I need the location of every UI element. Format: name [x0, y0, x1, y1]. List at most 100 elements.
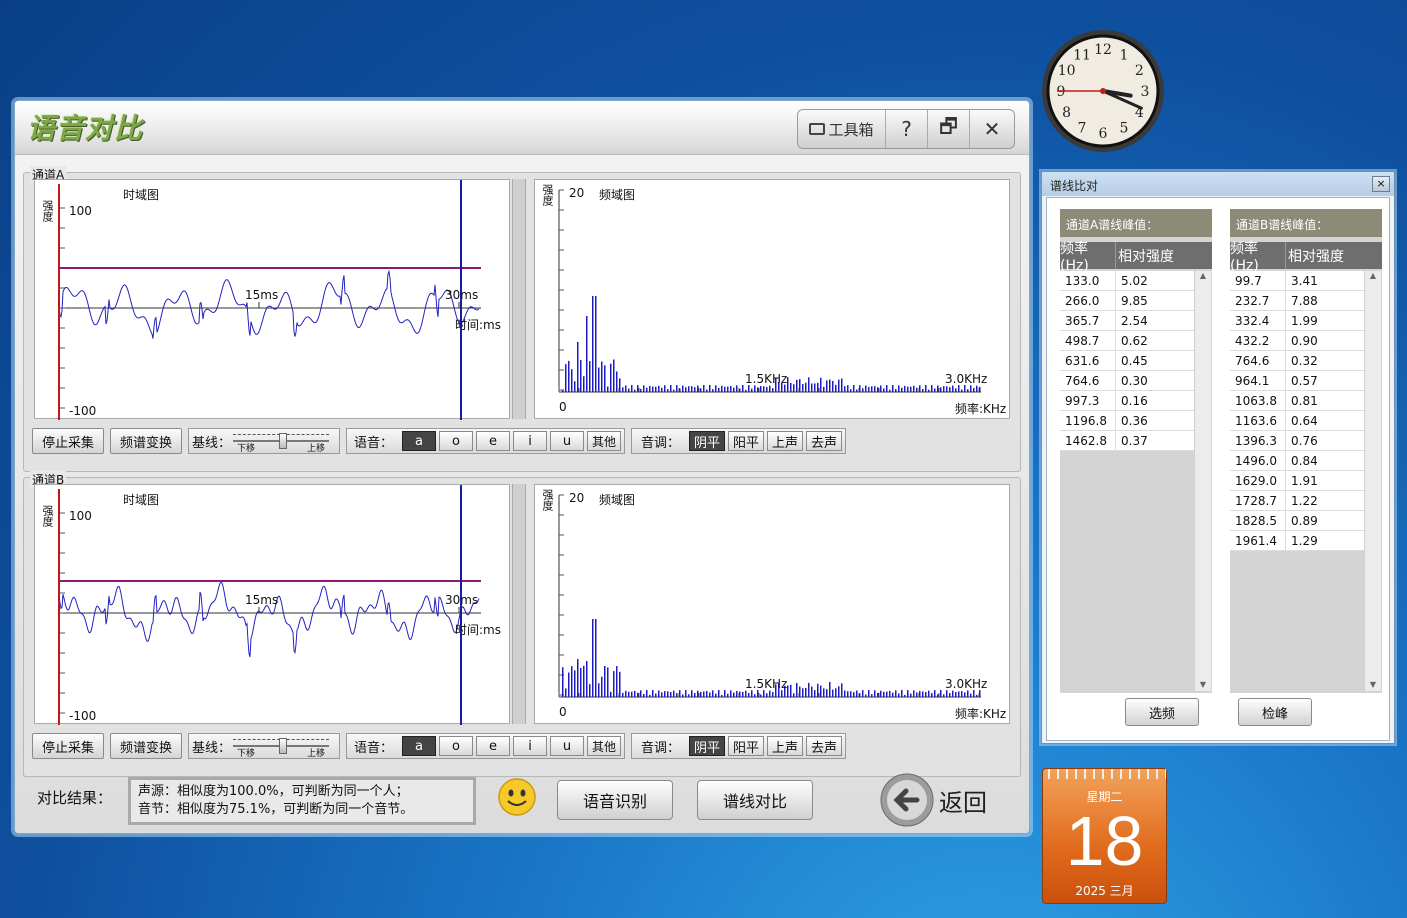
baseline-slider[interactable]: 下移 上移 [231, 430, 331, 454]
peak-row[interactable]: 99.7 3.41 [1230, 271, 1364, 291]
vowel-3-button[interactable]: i [513, 431, 548, 451]
peak-row[interactable]: 432.2 0.90 [1230, 331, 1364, 351]
tone-2-button[interactable]: 上声 [767, 431, 804, 451]
spectrum-bar [922, 691, 924, 697]
result-box: 声源：相似度为100.0%，可判断为同一个人； 音节：相似度为75.1%，可判断… [128, 777, 476, 825]
tone-1-button[interactable]: 阳平 [728, 431, 765, 451]
spectrum-bar [952, 690, 954, 697]
peak-row[interactable]: 1396.3 0.76 [1230, 431, 1364, 451]
baseline-slider[interactable]: 下移 上移 [231, 735, 331, 759]
peak-frequency: 764.6 [1230, 351, 1286, 370]
spectrum-bar [874, 690, 876, 697]
peak-row[interactable]: 1961.4 1.29 [1230, 531, 1364, 551]
peak-row[interactable]: 1496.0 0.84 [1230, 451, 1364, 471]
tone-1-button[interactable]: 阳平 [728, 736, 765, 756]
peak-row[interactable]: 1063.8 0.81 [1230, 391, 1364, 411]
vowel-1-button[interactable]: o [439, 431, 474, 451]
tone-0-button[interactable]: 阴平 [689, 736, 726, 756]
vowel-4-button[interactable]: u [550, 431, 585, 451]
spectrum-bar [715, 385, 717, 392]
vowel-5-button[interactable]: 其他 [587, 431, 622, 451]
channel-a-peaks-panel: 通道A谱线峰值： 频率(Hz) 相对强度 133.0 5.02 266.0 9.85 3… [1060, 209, 1212, 693]
peak-row[interactable]: 1629.0 1.91 [1230, 471, 1364, 491]
vowel-3-button[interactable]: i [513, 736, 548, 756]
peak-row[interactable]: 1728.7 1.22 [1230, 491, 1364, 511]
fft-button[interactable]: 频谱变换 [110, 428, 182, 454]
peaks-scrollbar[interactable]: ▲ ▼ [1364, 271, 1381, 691]
stop-capture-button[interactable]: 停止采集 [32, 733, 104, 759]
baseline-control: 基线： 下移 上移 [188, 428, 340, 454]
spectrum-bar [823, 688, 825, 697]
help-button[interactable]: ? [886, 110, 928, 148]
speech-recognition-button[interactable]: 语音识别 [557, 780, 673, 820]
peak-row[interactable]: 764.6 0.32 [1230, 351, 1364, 371]
spectrum-bar [877, 387, 879, 392]
spectrum-bar [895, 690, 897, 697]
spectrum-bar [607, 386, 609, 392]
vowel-0-button[interactable]: a [402, 736, 437, 756]
freq-3.0khz-label: 3.0KHz [945, 372, 988, 386]
close-button[interactable]: ✕ [970, 110, 1014, 148]
spectrum-bar [862, 690, 864, 697]
spectrum-bar [868, 690, 870, 697]
peak-row[interactable]: 498.7 0.62 [1060, 331, 1194, 351]
peak-intensity: 9.85 [1121, 293, 1148, 308]
peak-row[interactable]: 1196.8 0.36 [1060, 411, 1194, 431]
vowel-2-button[interactable]: e [476, 736, 511, 756]
peak-row[interactable]: 232.7 7.88 [1230, 291, 1364, 311]
stop-capture-button[interactable]: 停止采集 [32, 428, 104, 454]
vowel-0-button[interactable]: a [402, 431, 437, 451]
tone-2-button[interactable]: 上声 [767, 736, 804, 756]
spectrum-bar [619, 671, 621, 697]
restore-button[interactable]: 🗗 [928, 110, 970, 148]
plot-splitter[interactable] [512, 179, 526, 419]
spectrum-bar [859, 693, 861, 697]
spectrum-bar [979, 690, 981, 697]
detect-peak-button[interactable]: 检峰 [1238, 698, 1312, 726]
tone-0-button[interactable]: 阴平 [689, 431, 726, 451]
spectrum-compare-button[interactable]: 谱线对比 [697, 780, 813, 820]
peak-row[interactable]: 133.0 5.02 [1060, 271, 1194, 291]
time-y-bottom-label: -100 [69, 404, 97, 418]
time-unit-label: 时间:ms [455, 623, 501, 637]
fft-button[interactable]: 频谱变换 [110, 733, 182, 759]
back-button[interactable]: 返回 [879, 773, 987, 827]
peak-row[interactable]: 764.6 0.30 [1060, 371, 1194, 391]
peak-frequency: 332.4 [1230, 311, 1286, 330]
vowel-5-button[interactable]: 其他 [587, 736, 622, 756]
spectrum-compare-window: 谱线比对 × 通道A谱线峰值： 频率(Hz) 相对强度 133.0 5.02 266… [1041, 171, 1395, 744]
spectrum-bar [757, 690, 759, 697]
baseline-slider-thumb[interactable] [279, 433, 288, 449]
tone-3-button[interactable]: 去声 [806, 736, 843, 756]
peak-row[interactable]: 1462.8 0.37 [1060, 431, 1194, 451]
peak-intensity: 3.41 [1291, 273, 1318, 288]
peak-row[interactable]: 997.3 0.16 [1060, 391, 1194, 411]
spectrum-bar [937, 694, 939, 697]
peak-row[interactable]: 332.4 1.99 [1230, 311, 1364, 331]
spectrum-bar [814, 690, 816, 697]
plot-splitter[interactable] [512, 484, 526, 724]
peak-row[interactable]: 1828.5 0.89 [1230, 511, 1364, 531]
peak-row[interactable]: 266.0 9.85 [1060, 291, 1194, 311]
spectrum-bar [721, 385, 723, 392]
spectrum-bar [640, 690, 642, 697]
baseline-slider-thumb[interactable] [279, 738, 288, 754]
peak-intensity: 0.76 [1291, 433, 1318, 448]
vowel-2-button[interactable]: e [476, 431, 511, 451]
spectrum-bar [901, 690, 903, 697]
spectrum-bar [577, 659, 579, 697]
select-frequency-button[interactable]: 选频 [1125, 698, 1199, 726]
vowel-1-button[interactable]: o [439, 736, 474, 756]
tone-3-button[interactable]: 去声 [806, 431, 843, 451]
spectrum-window-close-button[interactable]: × [1372, 176, 1390, 192]
toolbox-button[interactable]: 工具箱 [798, 110, 886, 148]
peaks-scrollbar[interactable]: ▲ ▼ [1194, 271, 1211, 691]
spectrum-bar [763, 690, 765, 697]
peak-row[interactable]: 1163.6 0.64 [1230, 411, 1364, 431]
peak-row[interactable]: 631.6 0.45 [1060, 351, 1194, 371]
vowel-4-button[interactable]: u [550, 736, 585, 756]
spectrum-bar [682, 385, 684, 392]
peak-row[interactable]: 964.1 0.57 [1230, 371, 1364, 391]
peak-row[interactable]: 365.7 2.54 [1060, 311, 1194, 331]
spectrum-bar [862, 388, 864, 392]
